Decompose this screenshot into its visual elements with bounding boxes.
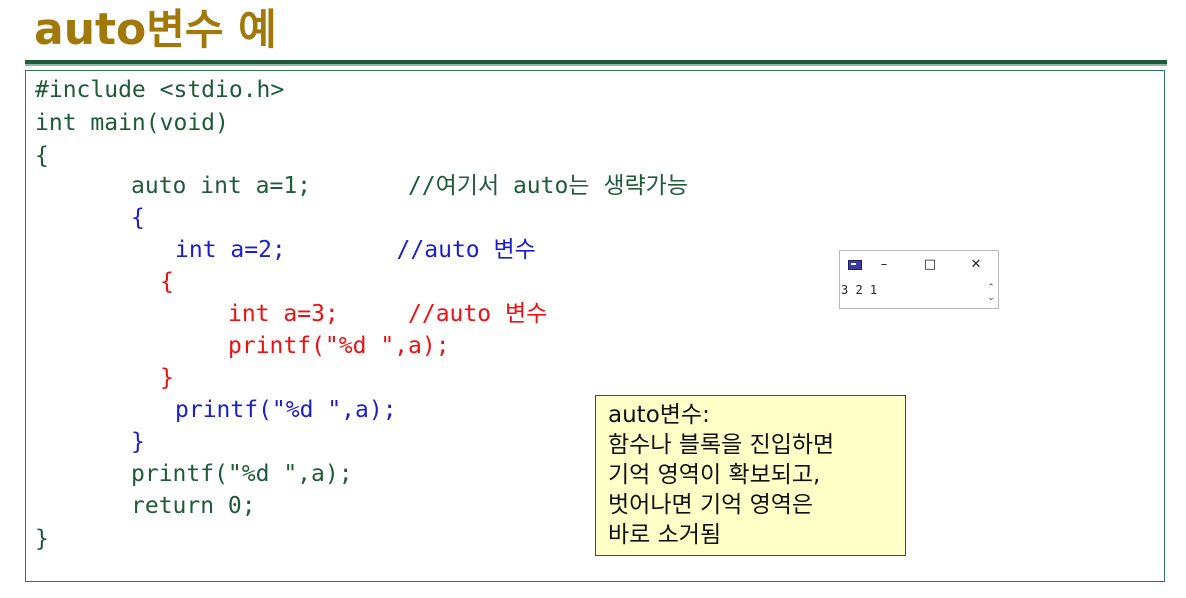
code-line-block-printf: printf("%d ",a); [175,397,397,423]
code-line-int-a2: int a=2; //auto 변수 [175,237,536,263]
code-line-auto-decl: auto int a=1; //여기서 auto는 생략가능 [131,173,689,199]
code-line-block-close: } [131,429,145,455]
title-keyword: auto [34,4,147,55]
note-line: 바로 소거됨 [608,522,722,548]
minimize-button[interactable]: – [874,255,894,275]
code-line-int-a3: int a=3; //auto 변수 [228,301,548,327]
explanation-note: auto변수: 함수나 블록을 진입하면 기억 영역이 확보되고, 벗어나면 기… [595,395,906,556]
code-line-open-brace: { [35,143,49,169]
code-line-block-open: { [131,205,145,231]
console-output: 3 2 1 [841,283,878,297]
scroll-up-icon[interactable]: ⌃ [986,283,996,293]
code-line-close-brace: } [35,526,49,552]
code-line-main-printf: printf("%d ",a); [131,461,353,487]
code-line-include: #include <stdio.h> [35,77,285,103]
title-divider-accent [25,64,1167,66]
note-line: 기억 영역이 확보되고, [608,462,821,488]
note-line: 벗어나면 기억 영역은 [608,492,814,518]
code-line-main: int main(void) [35,110,229,136]
scroll-down-icon[interactable]: ⌄ [986,293,996,303]
close-button[interactable]: ✕ [966,255,986,275]
code-line-return: return 0; [131,493,256,519]
note-line: 함수나 블록을 진입하면 [608,432,835,458]
code-line-inner-open: { [160,269,174,295]
code-line-inner-printf: printf("%d ",a); [228,333,450,359]
console-titlebar[interactable]: – □ ✕ [840,251,998,279]
note-line: auto변수: [608,402,710,428]
console-window: – □ ✕ 3 2 1 ⌃ ⌄ [839,250,999,309]
title-rest: 변수 예 [146,5,277,54]
console-scrollbar[interactable]: ⌃ ⌄ [986,283,996,307]
code-line-inner-close: } [160,365,174,391]
console-app-icon [848,260,862,270]
maximize-button[interactable]: □ [920,255,940,275]
page-title: auto변수 예 [34,4,277,56]
